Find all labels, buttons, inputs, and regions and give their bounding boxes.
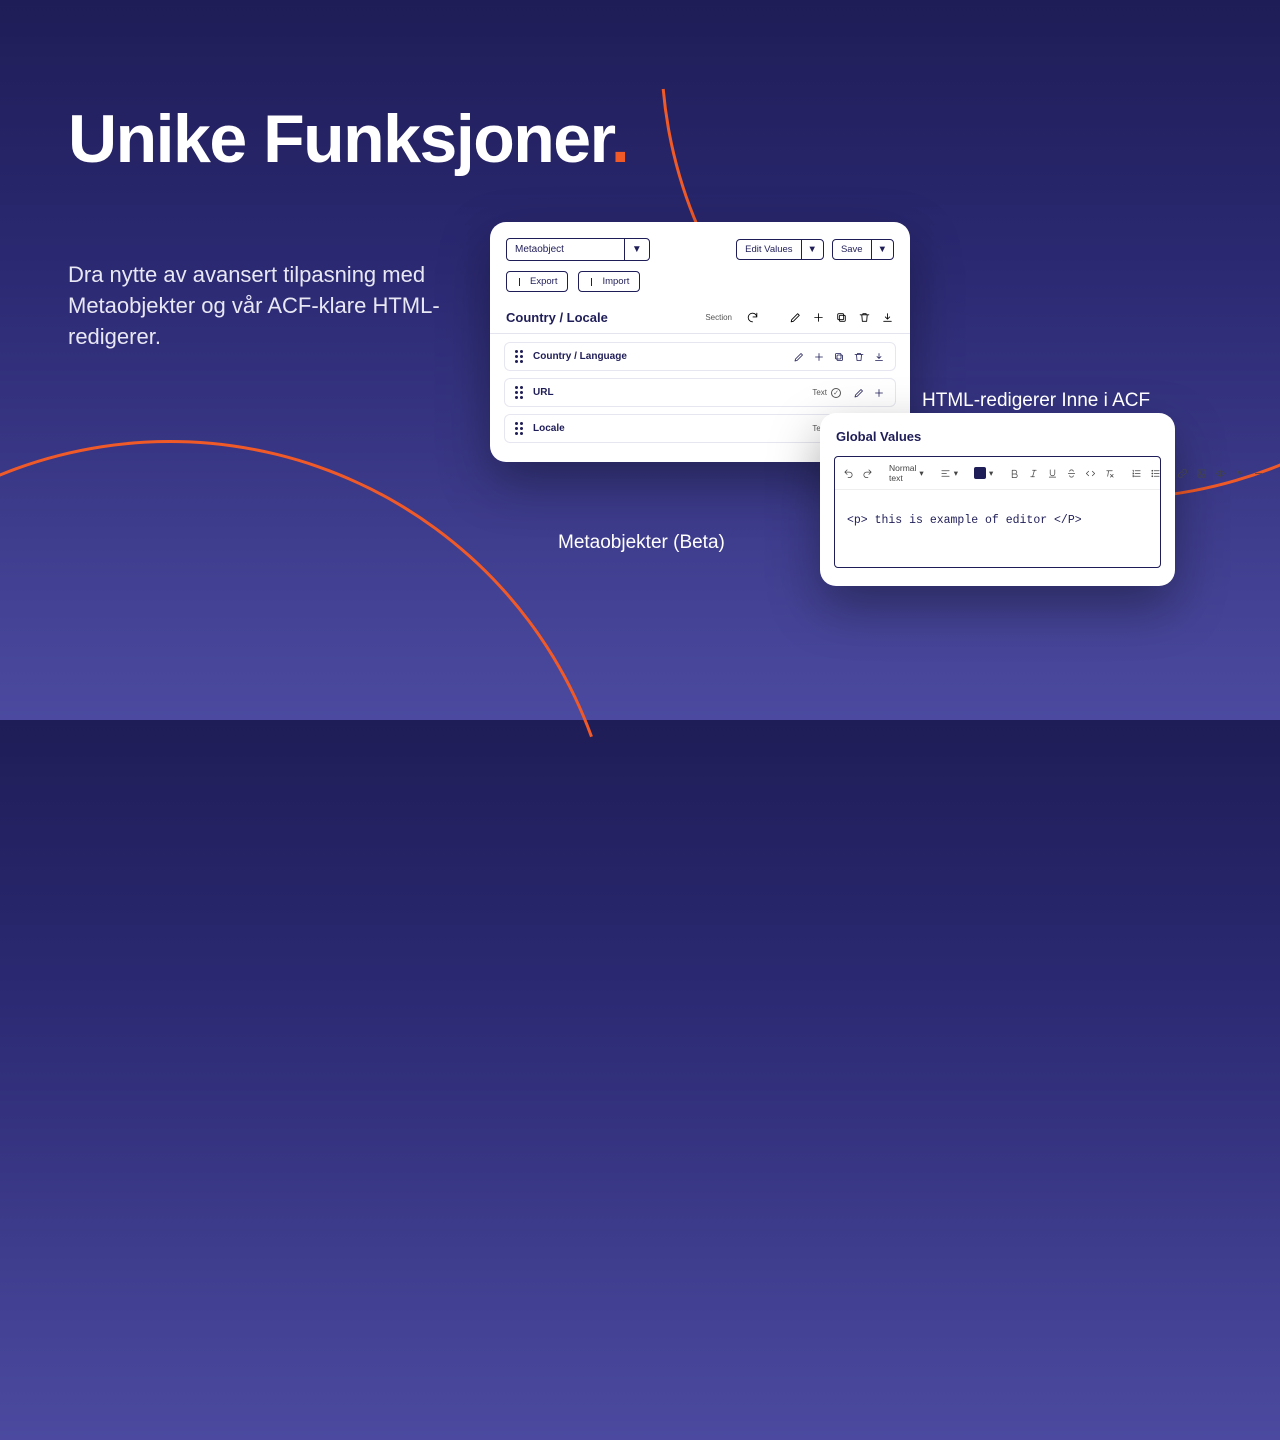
redo-icon[interactable] — [862, 468, 873, 479]
editor-title: Global Values — [834, 429, 1161, 444]
code-icon[interactable] — [1085, 468, 1096, 479]
chevron-down-icon: ▾ — [919, 468, 923, 479]
image-icon[interactable] — [1196, 468, 1207, 479]
save-button[interactable]: Save ▼ — [832, 239, 894, 260]
copy-icon[interactable] — [833, 351, 845, 363]
edit-values-button[interactable]: Edit Values ▼ — [736, 239, 824, 260]
unordered-list-icon[interactable] — [1150, 468, 1161, 479]
field-name: URL — [533, 387, 812, 398]
field-type: Text ✓ — [812, 388, 841, 398]
strike-icon[interactable] — [1066, 468, 1077, 479]
chevron-down-icon: ▼ — [624, 239, 649, 260]
import-label: Import — [592, 272, 639, 291]
chevron-down-icon: ▾ — [989, 468, 993, 479]
text-style-select[interactable]: Normal text▾ — [889, 463, 924, 483]
plus-icon[interactable] — [873, 387, 885, 399]
editor-caption: HTML-redigerer Inne i ACF — [922, 390, 1150, 412]
accent-dot: . — [611, 101, 628, 177]
italic-icon[interactable] — [1028, 468, 1039, 479]
chevron-down-icon: ▼ — [871, 240, 893, 259]
plus-icon[interactable] — [813, 351, 825, 363]
source-icon[interactable] — [1215, 468, 1226, 479]
minus-icon[interactable] — [1253, 468, 1264, 479]
copy-icon[interactable] — [835, 311, 848, 324]
ordered-list-icon[interactable] — [1131, 468, 1142, 479]
chevron-down-icon: ▾ — [954, 468, 958, 479]
section-header: Country / Locale Section — [490, 304, 910, 334]
download-icon[interactable] — [873, 351, 885, 363]
edit-icon[interactable] — [789, 311, 802, 324]
align-select[interactable]: ▾ — [940, 468, 958, 479]
section-title: Country / Locale — [506, 310, 608, 325]
underline-icon[interactable] — [1047, 468, 1058, 479]
editor-toolbar: Normal text▾ ▾ ▾ — [835, 457, 1160, 490]
save-label: Save — [833, 240, 871, 259]
edit-values-label: Edit Values — [737, 240, 800, 259]
color-select[interactable]: ▾ — [974, 467, 993, 479]
color-swatch — [974, 467, 986, 479]
edit-icon[interactable] — [853, 387, 865, 399]
chevron-down-icon: ▼ — [801, 240, 823, 259]
check-circle-icon: ✓ — [831, 388, 841, 398]
download-icon — [579, 278, 592, 286]
page-title: Unike Funksjoner. — [68, 100, 628, 178]
bold-icon[interactable] — [1009, 468, 1020, 479]
clear-format-icon[interactable] — [1104, 468, 1115, 479]
metaobject-select[interactable]: Metaobject ▼ — [506, 238, 650, 261]
field-row[interactable]: URL Text ✓ — [504, 378, 896, 407]
export-label: Export — [520, 272, 567, 291]
plus-icon[interactable] — [812, 311, 825, 324]
link-icon[interactable] — [1177, 468, 1188, 479]
decorative-curve-2 — [0, 292, 768, 1440]
drag-handle-icon[interactable] — [515, 422, 523, 435]
import-button[interactable]: Import — [578, 271, 640, 292]
field-row[interactable]: Country / Language — [504, 342, 896, 371]
quote-icon[interactable] — [1234, 468, 1245, 479]
field-name: Locale — [533, 423, 812, 434]
page-subtitle: Dra nytte av avansert tilpasning med Met… — [68, 260, 468, 352]
metaobject-select-label: Metaobject — [507, 239, 624, 260]
edit-icon[interactable] — [793, 351, 805, 363]
download-icon[interactable] — [881, 311, 894, 324]
refresh-icon[interactable] — [746, 311, 759, 324]
export-button[interactable]: Export — [506, 271, 568, 292]
trash-icon[interactable] — [853, 351, 865, 363]
drag-handle-icon[interactable] — [515, 386, 523, 399]
field-name: Country / Language — [533, 351, 793, 362]
trash-icon[interactable] — [858, 311, 871, 324]
drag-handle-icon[interactable] — [515, 350, 523, 363]
upload-icon — [507, 278, 520, 286]
section-type-label: Section — [705, 313, 732, 322]
metaobjects-caption: Metaobjekter (Beta) — [558, 532, 725, 554]
html-editor-panel: Global Values Normal text▾ ▾ ▾ — [820, 413, 1175, 586]
editor-content[interactable]: <p> this is example of editor </P> — [835, 490, 1160, 567]
undo-icon[interactable] — [843, 468, 854, 479]
